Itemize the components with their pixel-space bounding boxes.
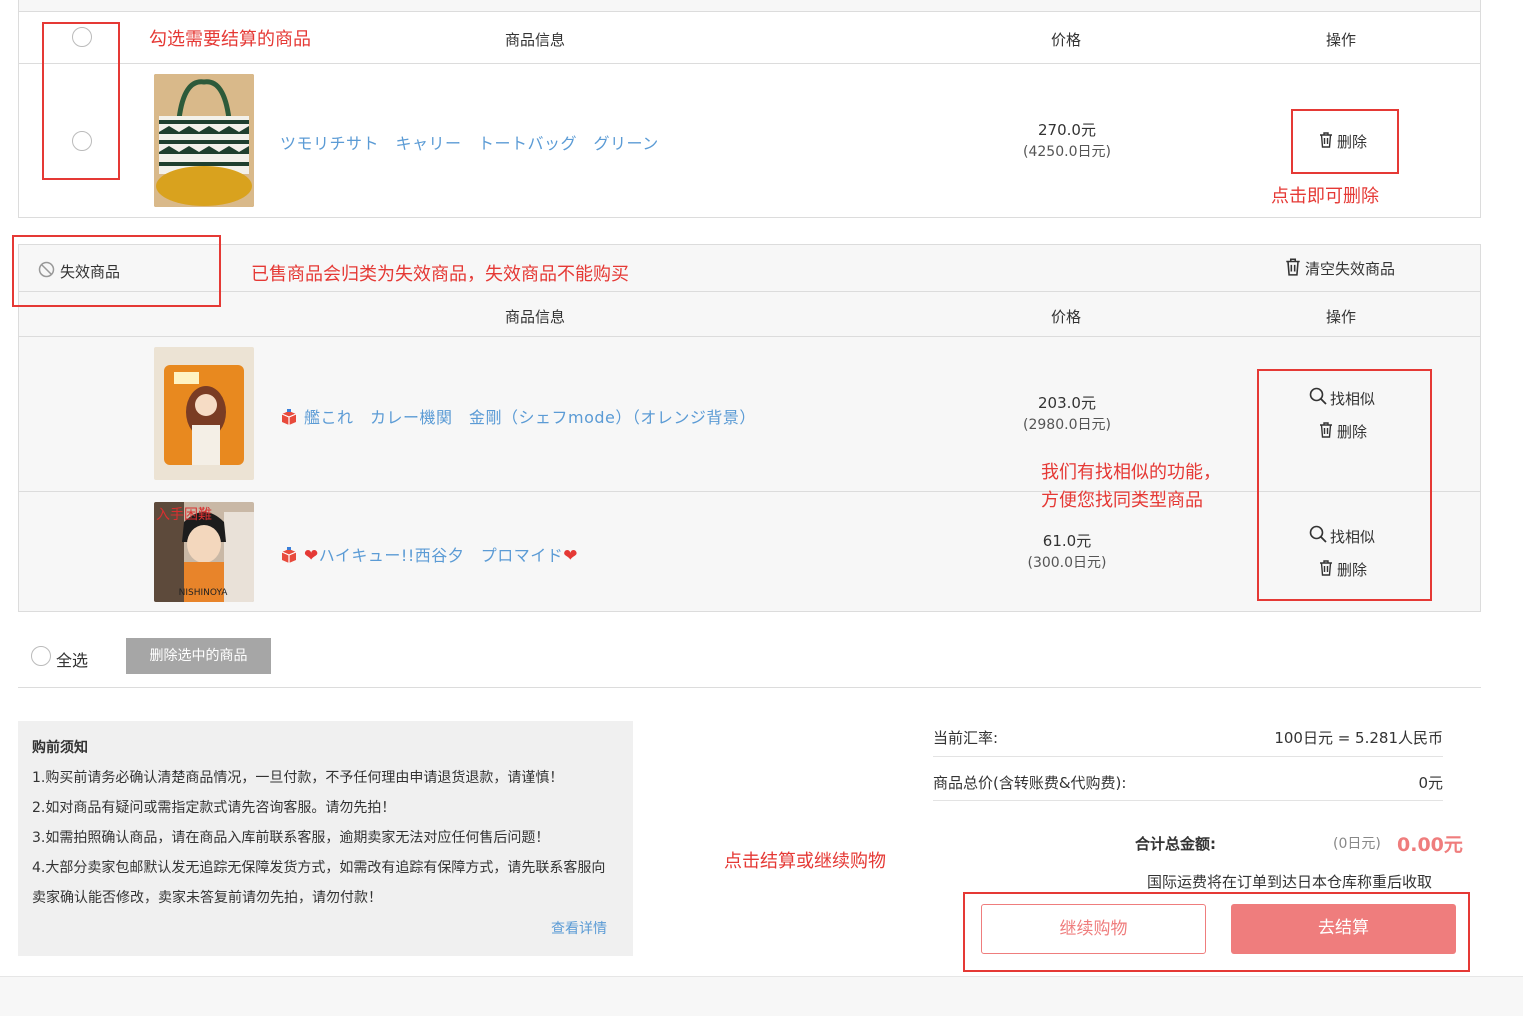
header-op: 操作 — [1326, 308, 1357, 326]
select-all-label[interactable]: 全选 — [56, 647, 88, 671]
product-price: 61.0元 (300.0日元) — [967, 530, 1167, 574]
notice-line: 4.大部分卖家包邮默认发无追踪无保障发货方式，如需改有追踪有保障方式，请先联系客… — [32, 860, 606, 906]
header-op: 操作 — [1326, 31, 1357, 49]
forbidden-icon — [38, 261, 55, 282]
product-title-link[interactable]: ツモリチサト キャリー トートバッグ グリーン — [280, 130, 659, 154]
notice-title: 购前须知 — [32, 740, 88, 756]
total-label: 商品总价(含转账费&代购费): — [933, 774, 1127, 792]
annotation-similar-line1: 我们有找相似的功能， — [1041, 462, 1221, 483]
delete-button[interactable]: 删除 — [1318, 421, 1367, 442]
trash-icon — [1318, 559, 1334, 580]
price-cny: 61.0元 — [1042, 532, 1092, 550]
invalid-header-row — [18, 292, 1481, 337]
product-title-link[interactable]: 艦これ カレー機関 金剛（シェフmode）（オレンジ背景） — [280, 404, 756, 428]
delete-button[interactable]: 删除 — [1318, 559, 1367, 580]
total-value: 0元 — [1418, 774, 1443, 792]
notice-line: 2.如对商品有疑问或需指定款式请先咨询客服。请勿先拍！ — [32, 800, 396, 816]
bottom-strip — [0, 976, 1523, 1016]
delete-label: 删除 — [1337, 561, 1368, 579]
clear-invalid-button[interactable]: 清空失效商品 — [1284, 257, 1395, 280]
divider — [933, 800, 1443, 801]
find-similar-button[interactable]: 找相似 — [1309, 387, 1375, 409]
header-price: 价格 — [1051, 31, 1082, 49]
find-similar-button[interactable]: 找相似 — [1309, 525, 1375, 547]
find-similar-label: 找相似 — [1330, 389, 1376, 408]
price-cny: 203.0元 — [1038, 394, 1096, 412]
package-icon — [280, 409, 298, 425]
product-title-text: 艦これ カレー機関 金剛（シェフmode）（オレンジ背景） — [304, 408, 756, 427]
header-price: 价格 — [1051, 308, 1082, 326]
delete-selected-button[interactable]: 删除选中的商品 — [126, 638, 271, 674]
shipping-note: 国际运费将在订单到达日本仓库称重后收取 — [1147, 873, 1433, 891]
invalid-label: 失效商品 — [38, 261, 120, 282]
rate-label: 当前汇率: — [933, 729, 999, 747]
divider — [18, 687, 1481, 688]
heart-icon: ❤ — [304, 546, 319, 566]
price-jpy: (4250.0日元) — [1023, 144, 1111, 160]
annotation-select: 勾选需要结算的商品 — [149, 29, 311, 50]
checkout-button[interactable]: 去结算 — [1231, 904, 1456, 954]
notice-line: 3.如需拍照确认商品，请在商品入库前联系客服，逾期卖家无法对应任何售后问题！ — [32, 830, 550, 846]
clear-invalid-label: 清空失效商品 — [1305, 260, 1396, 278]
header-info: 商品信息 — [505, 31, 566, 49]
purchase-notice: 购前须知 1.购买前请务必确认清楚商品情况，一旦付款，不予任何理由申请退货退款，… — [18, 721, 633, 956]
continue-shopping-button[interactable]: 继续购物 — [981, 904, 1206, 954]
product-price: 270.0元 (4250.0日元) — [967, 119, 1167, 163]
product-thumbnail[interactable] — [154, 74, 254, 207]
notice-more-link[interactable]: 查看详情 — [551, 918, 607, 938]
delete-button[interactable]: 删除 — [1318, 131, 1367, 152]
search-icon — [1309, 525, 1327, 547]
heart-icon: ❤ — [563, 546, 579, 566]
rate-value: 100日元 = 5.281人民币 — [1274, 729, 1443, 747]
find-similar-label: 找相似 — [1330, 527, 1376, 546]
invalid-section-bar — [18, 244, 1481, 292]
trash-icon — [1284, 257, 1302, 280]
price-jpy: (300.0日元) — [1027, 555, 1107, 571]
select-all-radio[interactable] — [31, 646, 51, 666]
delete-label: 删除 — [1337, 423, 1368, 441]
item-select-radio[interactable] — [72, 131, 92, 151]
product-title-text: ハイキュー!!西谷夕 プロマイド — [318, 546, 564, 565]
product-thumbnail[interactable] — [154, 347, 254, 480]
divider — [933, 756, 1443, 757]
trash-icon — [1318, 421, 1334, 442]
delete-label: 删除 — [1337, 133, 1368, 151]
trash-icon — [1318, 131, 1334, 152]
grand-total-label: 合计总金额: — [1135, 835, 1216, 853]
invalid-label-text: 失效商品 — [60, 263, 121, 281]
package-icon — [280, 547, 298, 563]
price-jpy: (2980.0日元) — [1023, 417, 1111, 433]
divider — [18, 63, 1481, 64]
search-icon — [1309, 387, 1327, 409]
product-thumbnail[interactable]: NISHINOYA 入手困難 — [154, 502, 254, 602]
svg-text:NISHINOYA: NISHINOYA — [179, 588, 229, 598]
header-info: 商品信息 — [505, 308, 566, 326]
annotation-invalid: 已售商品会归类为失效商品，失效商品不能购买 — [251, 264, 629, 285]
annotation-checkout: 点击结算或继续购物 — [724, 851, 886, 872]
annotation-similar-line2: 方便您找同类型商品 — [1041, 490, 1203, 511]
grand-total-jpy: (0日元) — [1333, 836, 1381, 852]
annotation-delete: 点击即可删除 — [1271, 186, 1379, 207]
notice-line: 1.购买前请务必确认清楚商品情况，一旦付款，不予任何理由申请退货退款，请谨慎！ — [32, 770, 564, 786]
price-cny: 270.0元 — [1038, 121, 1096, 139]
product-price: 203.0元 (2980.0日元) — [967, 392, 1167, 436]
thumbnail-overlay-text: 入手困難 — [156, 507, 212, 523]
product-title-link[interactable]: ❤ハイキュー!!西谷夕 プロマイド❤ — [280, 542, 578, 566]
grand-total-cny: 0.00元 — [1397, 834, 1463, 856]
select-all-header-radio[interactable] — [72, 27, 92, 47]
